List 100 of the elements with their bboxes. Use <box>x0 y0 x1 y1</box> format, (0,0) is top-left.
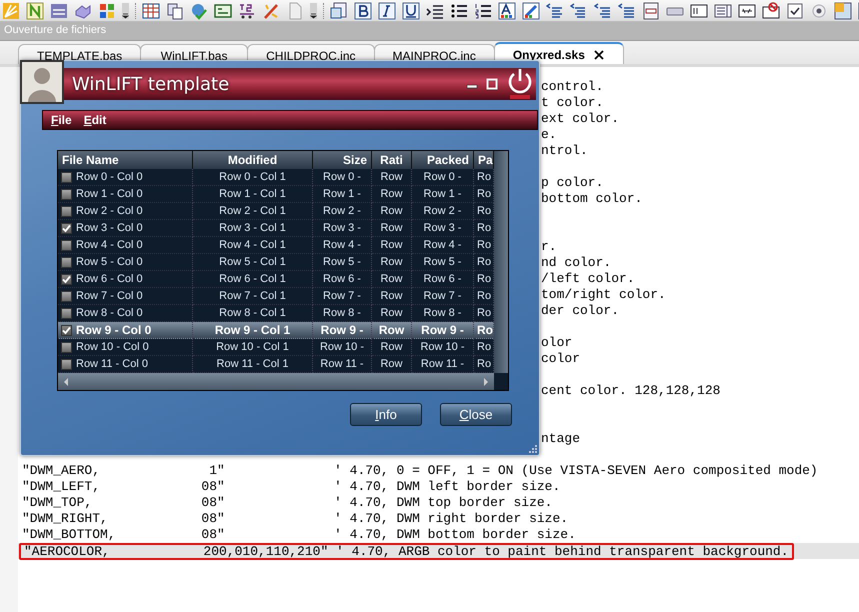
code-line: "DWM_RIGHT, 08" ' 4.70, DWM right border size. <box>22 511 568 527</box>
checkbox[interactable] <box>61 324 72 336</box>
font-icon[interactable] <box>498 2 516 20</box>
code-line: p color. <box>541 175 604 191</box>
column-header[interactable]: Packed <box>412 151 474 169</box>
table-cell: Row 2 - Col 0 <box>58 203 193 220</box>
bold-icon[interactable] <box>354 2 372 20</box>
checkbox[interactable] <box>61 290 72 302</box>
table-cell: Row 9 - <box>412 322 474 339</box>
checkbox[interactable] <box>61 358 72 370</box>
maximize-icon[interactable] <box>486 78 498 90</box>
column-header[interactable]: Modified <box>193 151 313 169</box>
table-cell: Row 1 - <box>313 186 372 203</box>
checkbox[interactable] <box>61 342 72 352</box>
copy-icon[interactable] <box>166 2 184 20</box>
text-field-icon[interactable] <box>690 2 708 20</box>
table-cell: Row <box>372 271 412 288</box>
bullet-list-icon[interactable] <box>450 2 468 20</box>
table-cell: Row <box>372 237 412 254</box>
table-cell: Row 10 - Col 0 <box>58 339 193 356</box>
checkbox-icon[interactable] <box>786 2 804 20</box>
form-icon[interactable] <box>642 2 660 20</box>
table-cell: Row 9 - Col 1 <box>193 322 313 339</box>
code-line: ntrol. <box>541 143 588 159</box>
flag-icon[interactable] <box>98 2 116 20</box>
code-line: color <box>541 351 580 367</box>
table-cell: Row 6 - <box>412 271 474 288</box>
table-cell: Row 5 - <box>313 254 372 271</box>
grid-icon[interactable] <box>142 2 160 20</box>
table-cell: Row 10 - Col 1 <box>193 339 313 356</box>
menu-item[interactable]: Edit <box>84 113 106 127</box>
table-cell: Row 7 - <box>412 288 474 305</box>
table-cell: Row 0 - Col 0 <box>58 169 193 186</box>
table-cell: Row 0 - <box>412 169 474 186</box>
table-cell: Row 6 - <box>313 271 372 288</box>
code-line: r. <box>541 239 557 255</box>
table-cell: Row 9 - Col 0 <box>58 322 193 339</box>
checkbox[interactable] <box>61 188 72 200</box>
checkbox[interactable] <box>61 256 72 268</box>
resize-grip-icon[interactable] <box>528 444 538 454</box>
scroll-right-icon[interactable] <box>482 376 490 386</box>
checkbox[interactable] <box>61 308 72 318</box>
code-line: "DWM_AERO, 1" ' 4.70, 0 = OFF, 1 = ON (Use VISTA-SEVEN Aero composited mode) <box>22 463 818 479</box>
table-cell: Row 3 - Col 0 <box>58 220 193 237</box>
table-cell: Row 6 - Col 0 <box>58 271 193 288</box>
column-header[interactable]: File Name <box>58 151 193 169</box>
table-cell: Row 0 - Col 1 <box>193 169 313 186</box>
info-button[interactable]: Info <box>350 403 422 426</box>
file-tab[interactable]: Onyxred.sks <box>494 42 624 64</box>
power-icon[interactable] <box>506 67 534 101</box>
italic-icon[interactable] <box>378 2 396 20</box>
vertical-scrollbar[interactable] <box>494 151 508 373</box>
list-box-icon[interactable] <box>714 2 732 20</box>
code-line: ext color. <box>541 111 620 127</box>
close-icon[interactable] <box>592 49 605 61</box>
column-header[interactable]: Rati <box>372 151 412 169</box>
table-cell: Row 1 - <box>412 186 474 203</box>
table-cell: Row 10 - <box>412 339 474 356</box>
dropdown-icon[interactable] <box>122 2 129 18</box>
checkbox[interactable] <box>61 240 72 250</box>
scroll-left-icon[interactable] <box>62 376 70 386</box>
code-line: "DWM_TOP, 08" ' 4.70, DWM top border size. <box>22 495 552 511</box>
underline-icon[interactable] <box>402 2 420 20</box>
checkbox[interactable] <box>61 206 72 216</box>
table-cell: Row 4 - Col 1 <box>193 237 313 254</box>
table-cell: Row 3 - Col 1 <box>193 220 313 237</box>
no-edit-icon[interactable] <box>762 2 780 20</box>
table-cell: Row 1 - Col 1 <box>193 186 313 203</box>
checkbox[interactable] <box>61 172 72 182</box>
justify-icon[interactable] <box>618 2 636 20</box>
globe-check-icon[interactable] <box>190 2 208 20</box>
table-cell: Row 5 - Col 0 <box>58 254 193 271</box>
align-right-icon[interactable] <box>594 2 612 20</box>
table-cell: Row <box>372 220 412 237</box>
table-cell: Row <box>372 169 412 186</box>
id-card-icon[interactable] <box>214 2 232 20</box>
code-line: tom/right color. <box>541 287 666 303</box>
code-line: t color. <box>541 95 604 111</box>
align-left-icon[interactable] <box>546 2 564 20</box>
menu-item[interactable]: File <box>51 113 72 127</box>
table-cell: Row 5 - Col 1 <box>193 254 313 271</box>
radio-icon[interactable] <box>810 2 828 20</box>
column-header[interactable]: Pa <box>474 151 494 169</box>
pencil-icon[interactable] <box>522 2 540 20</box>
picture-frame-icon[interactable] <box>834 2 852 20</box>
checkbox[interactable] <box>61 274 72 284</box>
dropdown-icon[interactable] <box>310 2 317 18</box>
table-cell: Row 2 - <box>412 203 474 220</box>
checkbox[interactable] <box>61 222 72 234</box>
notepad-icon[interactable] <box>26 2 44 20</box>
password-field-icon[interactable] <box>738 2 756 20</box>
horizontal-scrollbar[interactable] <box>58 373 494 390</box>
column-header[interactable]: Size <box>313 151 372 169</box>
align-center-icon[interactable] <box>570 2 588 20</box>
close-button[interactable]: Close <box>440 403 512 426</box>
table-cell: Row 7 - Col 0 <box>58 288 193 305</box>
table-cell: Row 7 - Col 1 <box>193 288 313 305</box>
table-cell: Row 4 - <box>313 237 372 254</box>
table-cell: Row 9 - <box>313 322 372 339</box>
numbered-list-icon[interactable] <box>474 2 492 20</box>
